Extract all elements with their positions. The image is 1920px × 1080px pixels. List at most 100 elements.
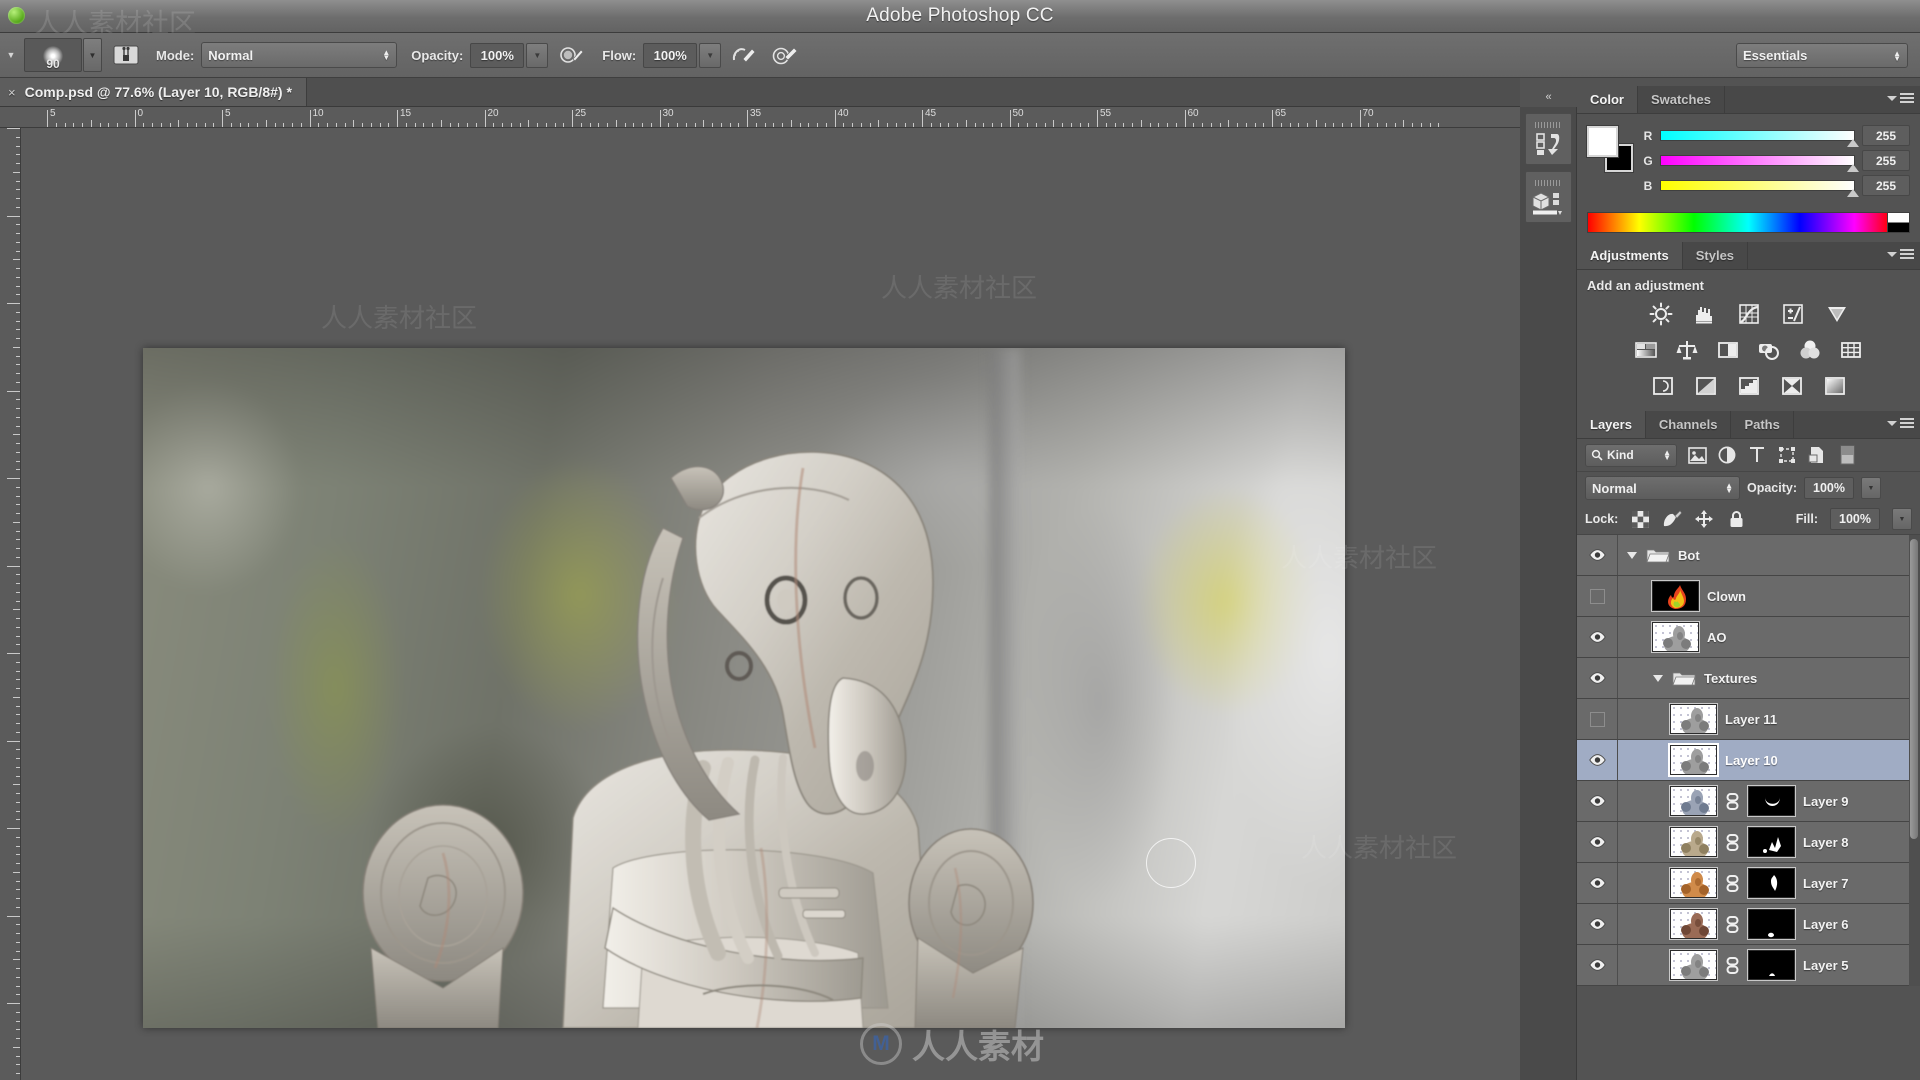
tab-paths[interactable]: Paths — [1731, 411, 1794, 438]
channel-mixer-icon[interactable] — [1797, 337, 1823, 363]
disclosure-triangle-icon[interactable] — [1652, 674, 1664, 683]
layer-row-content[interactable]: Clown — [1618, 576, 1920, 616]
dock-collapse-button[interactable]: « — [1520, 86, 1577, 107]
layer-visibility-toggle[interactable] — [1577, 617, 1618, 657]
tablet-pressure-opacity-icon[interactable] — [556, 39, 588, 71]
tab-styles[interactable]: Styles — [1683, 242, 1749, 269]
layer-row-content[interactable]: Layer 7 — [1618, 863, 1920, 903]
layer-row-clown[interactable]: Clown — [1577, 576, 1920, 617]
smart-object-filter-icon[interactable] — [1807, 445, 1827, 465]
layer-row-layer-5[interactable]: Layer 5 — [1577, 945, 1920, 986]
layer-row-layer-8[interactable]: Layer 8 — [1577, 822, 1920, 863]
curves-icon[interactable] — [1736, 301, 1762, 327]
layer-row-content[interactable]: Layer 6 — [1618, 904, 1920, 944]
layer-mask-link-icon[interactable] — [1725, 915, 1740, 933]
layer-visibility-toggle[interactable] — [1577, 822, 1618, 862]
layer-visibility-toggle[interactable] — [1577, 699, 1618, 739]
link-mask-icon[interactable] — [1726, 915, 1739, 933]
layer-row-content[interactable]: Layer 9 — [1618, 781, 1920, 821]
workspace-switcher[interactable]: Essentials ▲ ▼ — [1736, 43, 1908, 68]
document-canvas[interactable] — [143, 348, 1345, 1028]
slider-thumb-r[interactable] — [1847, 139, 1859, 147]
tablet-pressure-size-icon[interactable] — [769, 39, 801, 71]
adjustments-panel-menu-button[interactable] — [1887, 249, 1914, 259]
layer-mask[interactable] — [1747, 826, 1796, 858]
layer-thumbnail[interactable] — [1669, 785, 1718, 817]
adjustment-layer-filter-icon[interactable] — [1717, 445, 1737, 465]
channel-value-r[interactable]: 255 — [1862, 125, 1910, 146]
layer-thumbnail[interactable] — [1669, 703, 1718, 735]
layer-opacity-input[interactable]: 100% — [1804, 477, 1855, 499]
slider-track-g[interactable] — [1660, 155, 1859, 172]
layer-row-content[interactable]: Layer 5 — [1618, 945, 1920, 985]
flow-dropdown-icon[interactable]: ▼ — [699, 42, 722, 68]
invert-icon[interactable] — [1650, 373, 1676, 399]
layer-row-textures[interactable]: Textures — [1577, 658, 1920, 699]
layer-mask-link-icon[interactable] — [1725, 874, 1740, 892]
layer-opacity-dropdown-icon[interactable]: ▼ — [1861, 477, 1882, 499]
layer-mask-link-icon[interactable] — [1725, 833, 1740, 851]
hue-saturation-icon[interactable] — [1633, 337, 1659, 363]
layer-mask-link-icon[interactable] — [1725, 956, 1740, 974]
layer-visibility-toggle[interactable] — [1577, 863, 1618, 903]
opacity-dropdown-icon[interactable]: ▼ — [526, 42, 549, 68]
layer-visibility-toggle[interactable] — [1577, 535, 1618, 575]
color-lookup-icon[interactable] — [1838, 337, 1864, 363]
layer-visibility-toggle[interactable] — [1577, 945, 1618, 985]
blend-mode-select[interactable]: Normal ▲ ▼ — [201, 42, 398, 68]
layer-mask[interactable] — [1747, 949, 1796, 981]
disclosure-triangle-icon[interactable] — [1626, 551, 1638, 560]
link-mask-icon[interactable] — [1726, 956, 1739, 974]
lock-position-icon[interactable] — [1694, 509, 1714, 529]
layer-row-content[interactable]: Bot — [1618, 535, 1920, 575]
layer-row-layer-10[interactable]: Layer 10 — [1577, 740, 1920, 781]
vibrance-icon[interactable] — [1824, 301, 1850, 327]
layer-visibility-toggle[interactable] — [1577, 576, 1618, 616]
link-mask-icon[interactable] — [1726, 833, 1739, 851]
brush-preset-preview[interactable]: 90 — [24, 38, 82, 72]
foreground-background-swatches[interactable] — [1587, 126, 1633, 172]
link-mask-icon[interactable] — [1726, 792, 1739, 810]
exposure-icon[interactable] — [1780, 301, 1806, 327]
color-panel-menu-button[interactable] — [1887, 93, 1914, 103]
opacity-input[interactable]: 100% — [470, 42, 525, 68]
fill-input[interactable]: 100% — [1830, 508, 1880, 530]
levels-icon[interactable] — [1692, 301, 1718, 327]
photo-filter-icon[interactable] — [1756, 337, 1782, 363]
layers-panel-menu-button[interactable] — [1887, 418, 1914, 428]
tab-layers[interactable]: Layers — [1577, 411, 1646, 438]
pixel-layer-filter-icon[interactable] — [1687, 445, 1707, 465]
layer-visibility-toggle[interactable] — [1577, 904, 1618, 944]
fill-dropdown-icon[interactable]: ▼ — [1892, 508, 1912, 530]
filter-toggle-switch[interactable] — [1837, 445, 1857, 465]
layer-row-content[interactable]: Layer 8 — [1618, 822, 1920, 862]
window-close-button[interactable] — [8, 7, 25, 24]
flow-input[interactable]: 100% — [643, 42, 698, 68]
layer-row-bot[interactable]: Bot — [1577, 535, 1920, 576]
layers-scrollbar-thumb[interactable] — [1910, 539, 1918, 839]
layer-blend-mode-select[interactable]: Normal ▲ ▼ — [1585, 476, 1740, 500]
layer-visibility-toggle[interactable] — [1577, 658, 1618, 698]
posterize-icon[interactable] — [1693, 373, 1719, 399]
layer-row-layer-9[interactable]: Layer 9 — [1577, 781, 1920, 822]
color-balance-icon[interactable] — [1674, 337, 1700, 363]
layer-mask-link-icon[interactable] — [1725, 792, 1740, 810]
layer-row-layer-7[interactable]: Layer 7 — [1577, 863, 1920, 904]
layer-row-ao[interactable]: AO — [1577, 617, 1920, 658]
lock-all-icon[interactable] — [1726, 509, 1746, 529]
foreground-color-swatch[interactable] — [1587, 126, 1618, 157]
layer-thumbnail[interactable] — [1651, 621, 1700, 653]
layer-row-layer-6[interactable]: Layer 6 — [1577, 904, 1920, 945]
tab-color[interactable]: Color — [1577, 86, 1638, 113]
canvas-workspace[interactable]: 人人素材社区 人人素材社区 人人素材社区 人人素材社区 — [21, 128, 1520, 1080]
3d-panel-icon[interactable] — [1524, 171, 1572, 223]
black-white-icon[interactable] — [1715, 337, 1741, 363]
slider-thumb-b[interactable] — [1847, 189, 1859, 197]
shape-layer-filter-icon[interactable] — [1777, 445, 1797, 465]
lock-transparency-icon[interactable] — [1630, 509, 1650, 529]
selective-color-icon[interactable] — [1779, 373, 1805, 399]
layer-mask[interactable] — [1747, 908, 1796, 940]
color-spectrum-ramp[interactable] — [1587, 212, 1910, 233]
tool-preset-picker-icon[interactable]: ▼ — [2, 50, 20, 60]
black-white-swatch-strip[interactable] — [1887, 213, 1909, 232]
